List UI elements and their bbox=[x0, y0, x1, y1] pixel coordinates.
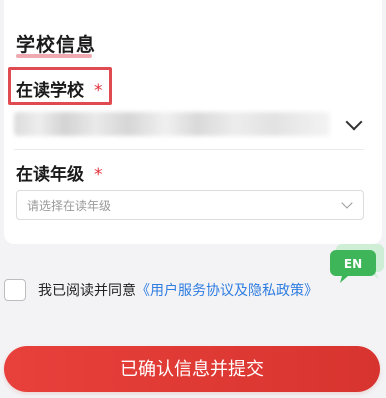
chevron-down-icon bbox=[341, 197, 353, 209]
chat-bubble-icon: EN bbox=[330, 244, 384, 283]
section-title-underline bbox=[16, 54, 92, 58]
grade-select-placeholder: 请选择在读年级 bbox=[27, 199, 112, 213]
grade-label-text: 在读年级 bbox=[16, 165, 84, 185]
required-mark: * bbox=[94, 165, 103, 185]
language-switch-label: EN bbox=[344, 257, 362, 271]
language-switch-button[interactable]: EN bbox=[330, 240, 386, 286]
submit-button[interactable]: 已确认信息并提交 bbox=[4, 346, 380, 392]
required-mark: * bbox=[94, 81, 103, 101]
school-field-label: 在读学校 * bbox=[16, 76, 103, 101]
section-title: 学校信息 bbox=[16, 34, 97, 56]
agreement-link[interactable]: 《用户服务协议及隐私政策》 bbox=[136, 283, 318, 299]
agreement-prefix: 我已阅读并同意 bbox=[38, 283, 136, 299]
agreement-checkbox[interactable] bbox=[4, 279, 26, 301]
agreement-text: 我已阅读并同意《用户服务协议及隐私政策》 bbox=[38, 280, 318, 300]
divider bbox=[14, 149, 364, 150]
grade-select[interactable]: 请选择在读年级 bbox=[16, 190, 364, 220]
grade-field-label: 在读年级 * bbox=[16, 160, 103, 185]
school-label-text: 在读学校 bbox=[16, 81, 84, 101]
school-value-blurred[interactable] bbox=[14, 112, 330, 136]
